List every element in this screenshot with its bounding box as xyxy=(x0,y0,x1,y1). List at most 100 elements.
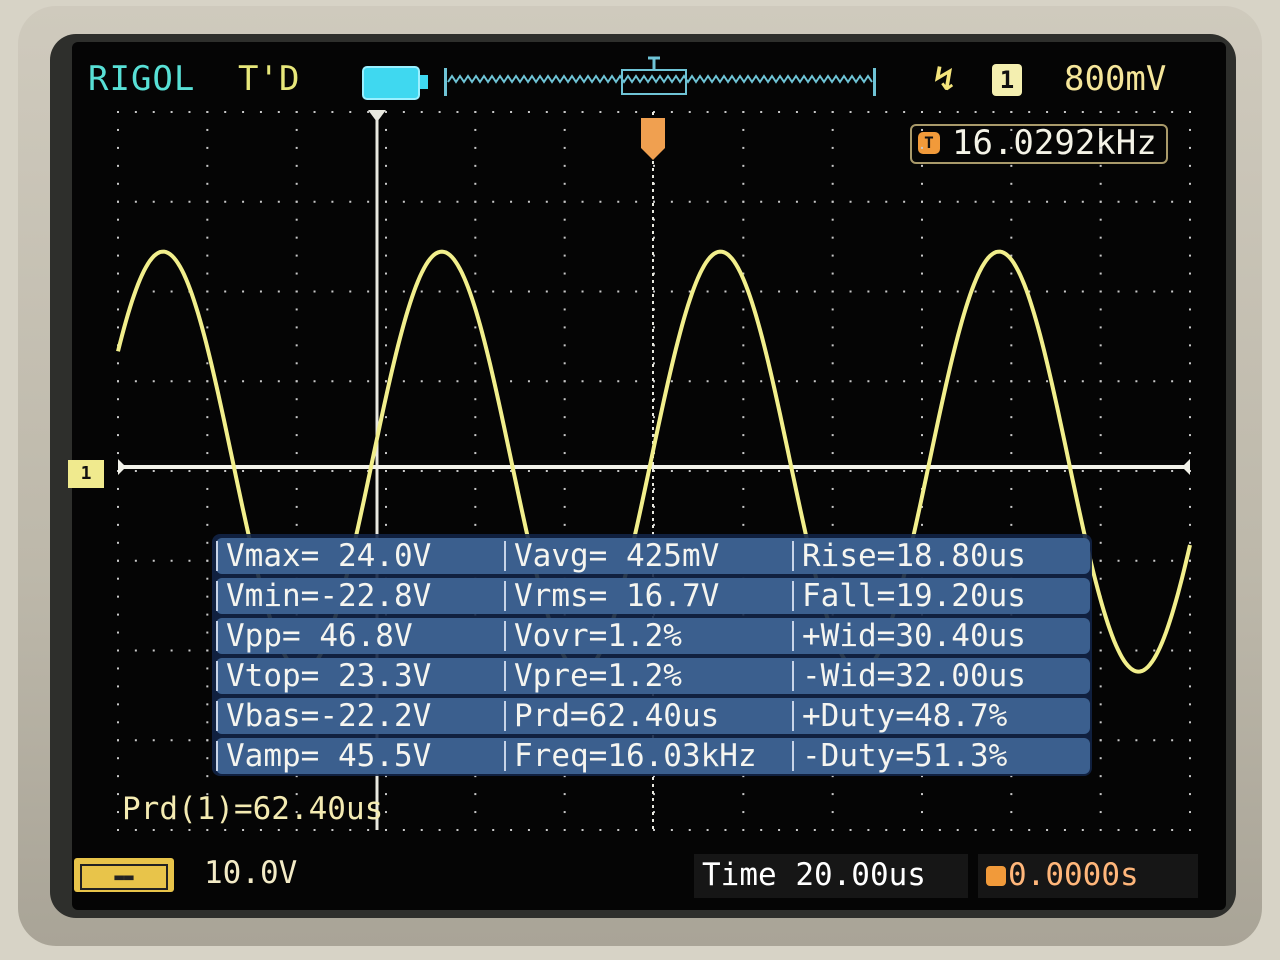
grid-dot xyxy=(385,434,387,437)
grid-dot xyxy=(563,128,566,131)
grid-dot xyxy=(706,380,709,383)
grid-dot xyxy=(1099,290,1102,293)
grid-dot xyxy=(224,290,227,293)
grid-dot xyxy=(921,111,923,113)
measurement-separator xyxy=(792,661,794,691)
grid-dot xyxy=(1189,721,1191,724)
grid-dot xyxy=(295,111,298,113)
measurement-value: Vmin=-22.8V xyxy=(226,578,432,614)
grid-dot xyxy=(1081,111,1084,113)
grid-dot xyxy=(1099,739,1102,742)
grid-dot xyxy=(1171,380,1174,383)
grid-dot xyxy=(956,829,959,831)
grid-dot xyxy=(670,470,673,472)
measurement-value: -Wid=32.00us xyxy=(802,658,1026,694)
grid-dot xyxy=(1099,703,1102,706)
grid-dot xyxy=(742,523,745,526)
grid-dot xyxy=(1010,326,1013,329)
grid-dot xyxy=(206,236,209,239)
grid-dot xyxy=(349,380,352,383)
grid-dot xyxy=(152,200,155,203)
grid-dot xyxy=(921,362,923,365)
grid-dot xyxy=(795,470,798,472)
grid-dot xyxy=(688,470,691,472)
grid-dot xyxy=(742,128,745,131)
grid-dot xyxy=(510,829,513,831)
grid-dot xyxy=(438,200,441,203)
grid-dot xyxy=(1099,577,1102,580)
grid-dot xyxy=(152,470,155,472)
grid-dot xyxy=(563,416,566,419)
grid-dot xyxy=(742,470,745,472)
grid-dot xyxy=(1189,111,1191,113)
grid-dot xyxy=(903,200,906,203)
grid-dot xyxy=(206,649,209,652)
grid-dot xyxy=(1010,362,1013,365)
grid-dot xyxy=(134,649,137,652)
grid-dot xyxy=(742,452,745,455)
grid-dot xyxy=(1028,200,1031,203)
grid-dot xyxy=(1189,811,1191,814)
grid-dot xyxy=(706,200,709,203)
grid-dot xyxy=(1099,757,1102,760)
grid-dot xyxy=(1153,559,1156,562)
grid-dot xyxy=(1010,505,1013,508)
grid-dot xyxy=(938,380,941,383)
grid-dot xyxy=(1099,326,1102,329)
grid-dot xyxy=(331,380,334,383)
grid-dot xyxy=(1099,308,1102,311)
grid-dot xyxy=(1117,111,1120,113)
grid-dot xyxy=(1063,829,1066,831)
grid-dot xyxy=(831,272,834,275)
measurement-separator xyxy=(792,541,794,571)
grid-dot xyxy=(206,290,209,293)
grid-dot xyxy=(492,829,495,831)
grid-dot xyxy=(117,326,119,329)
grid-dot xyxy=(527,470,530,472)
grid-dot xyxy=(1189,164,1191,167)
grid-dot xyxy=(259,470,262,472)
grid-dot xyxy=(742,326,745,329)
grid-dot xyxy=(420,829,423,831)
grid-dot xyxy=(1010,344,1013,347)
grid-dot xyxy=(510,380,513,383)
grid-dot xyxy=(206,721,209,724)
grid-dot xyxy=(1010,523,1013,526)
grid-dot xyxy=(1117,739,1120,742)
grid-dot xyxy=(1081,380,1084,383)
grid-dot xyxy=(117,757,119,760)
grid-dot xyxy=(599,470,602,472)
grid-dot xyxy=(117,811,119,814)
grid-dot xyxy=(259,111,262,113)
grid-dot xyxy=(742,380,745,383)
grid-dot xyxy=(1153,739,1156,742)
grid-dot xyxy=(474,164,477,167)
grid-dot xyxy=(1117,380,1120,383)
grid-dot xyxy=(545,829,548,831)
measurement-separator xyxy=(792,741,794,771)
grid-dot xyxy=(956,111,959,113)
measurement-value: Vpre=1.2% xyxy=(514,658,682,694)
grid-dot xyxy=(1099,685,1102,688)
grid-dot xyxy=(831,470,834,472)
grid-dot xyxy=(242,200,245,203)
grid-dot xyxy=(1189,218,1191,221)
grid-dot xyxy=(742,362,745,365)
grid-dot xyxy=(974,290,977,293)
grid-dot xyxy=(1010,236,1013,239)
measurement-separator xyxy=(216,701,218,731)
grid-dot xyxy=(563,164,566,167)
grid-dot xyxy=(474,344,477,347)
grid-dot xyxy=(545,470,548,472)
grid-dot xyxy=(385,452,387,455)
grid-dot xyxy=(813,829,816,831)
grid-dot xyxy=(921,290,923,293)
grid-dot xyxy=(385,505,387,508)
grid-dot xyxy=(1189,559,1191,562)
grid-dot xyxy=(1028,470,1031,472)
grid-dot xyxy=(206,505,209,508)
grid-dot xyxy=(599,829,602,831)
grid-dot xyxy=(385,290,387,293)
grid-dot xyxy=(117,362,119,365)
grid-dot xyxy=(242,470,245,472)
